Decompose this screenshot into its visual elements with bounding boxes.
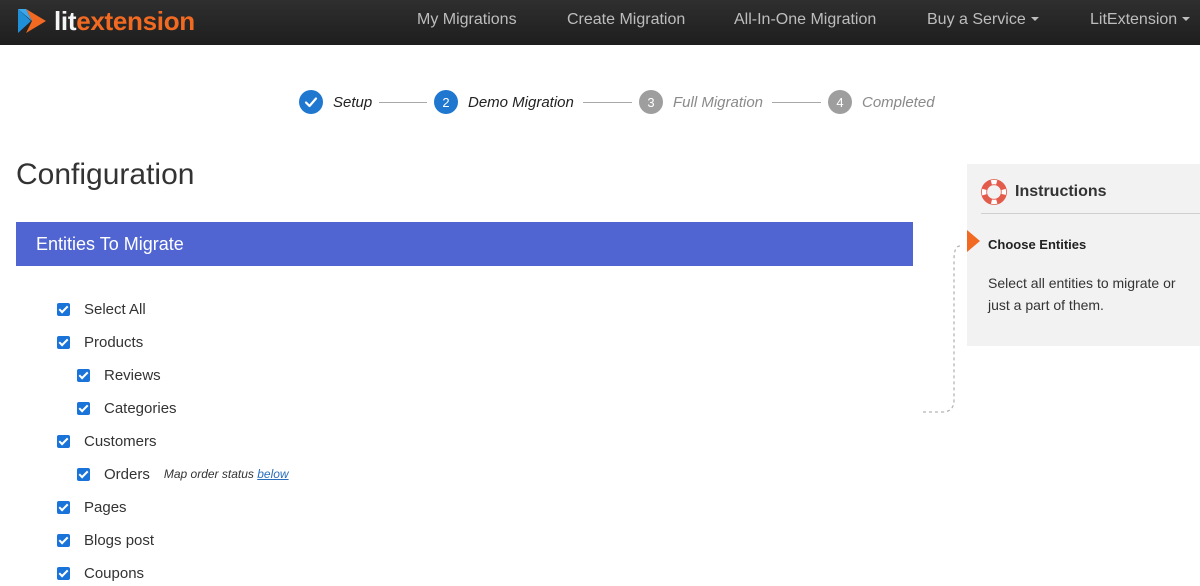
- checkbox-reviews[interactable]: Reviews: [77, 365, 161, 385]
- checkbox-products[interactable]: Products: [57, 332, 143, 352]
- checkbox-checked[interactable]: [57, 302, 70, 316]
- checkbox-orders[interactable]: Orders Map order status below: [77, 464, 289, 484]
- litextension-logo-icon: [16, 5, 48, 37]
- nav-my-migrations[interactable]: My Migrations: [417, 0, 517, 45]
- checkbox-checked[interactable]: [57, 500, 70, 514]
- checkbox-categories[interactable]: Categories: [77, 398, 177, 418]
- checkbox-coupons[interactable]: Coupons: [57, 563, 144, 583]
- step-number: 2: [434, 90, 458, 114]
- instruction-body-text: Select all entities to migrate or just a…: [988, 275, 1176, 313]
- instruction-step-title: Choose Entities: [988, 237, 1087, 252]
- checkbox-customers[interactable]: Customers: [57, 431, 157, 451]
- checkbox-checked[interactable]: [57, 566, 70, 580]
- instructions-panel: Instructions: [967, 164, 1200, 346]
- nav-litextension-account[interactable]: LitExtension: [1090, 0, 1191, 45]
- brand-logo[interactable]: litextension: [16, 5, 195, 37]
- top-navbar: litextension My Migrations Create Migrat…: [0, 0, 1200, 45]
- dashed-connector-line: [922, 245, 960, 413]
- step-label: Completed: [862, 93, 935, 111]
- nav-create-migration[interactable]: Create Migration: [567, 0, 685, 45]
- checkbox-checked[interactable]: [77, 401, 90, 415]
- step-demo-migration: 2 Demo Migration: [434, 90, 574, 114]
- instructions-header: Instructions: [981, 179, 1200, 214]
- checkbox-checked[interactable]: [77, 467, 90, 481]
- step-setup: Setup: [299, 90, 372, 114]
- brand-name: litextension: [54, 6, 195, 36]
- stepper-connector: [583, 102, 632, 103]
- instructions-title: Instructions: [1015, 183, 1107, 200]
- checkbox-checked[interactable]: [57, 335, 70, 349]
- checkbox-blogs-post[interactable]: Blogs post: [57, 530, 154, 550]
- caret-down-icon: [1182, 16, 1191, 21]
- stepper-connector: [379, 102, 427, 103]
- stepper-connector: [772, 102, 821, 103]
- page-title: Configuration: [16, 158, 195, 191]
- nav-all-in-one-migration[interactable]: All-In-One Migration: [734, 0, 876, 45]
- checkbox-select-all[interactable]: Select All: [57, 299, 146, 319]
- checkbox-checked[interactable]: [57, 533, 70, 547]
- checkbox-checked[interactable]: [57, 434, 70, 448]
- step-label: Setup: [333, 93, 373, 111]
- map-order-status-below-link[interactable]: below: [257, 467, 288, 481]
- step-completed: 4 Completed: [828, 90, 935, 114]
- check-icon: [299, 90, 323, 114]
- map-order-status-note: Map order status below: [163, 467, 289, 481]
- step-label: Full Migration: [673, 93, 764, 111]
- instruction-pointer-icon: [967, 230, 980, 252]
- nav-buy-a-service[interactable]: Buy a Service: [927, 0, 1039, 45]
- step-label: Demo Migration: [468, 93, 574, 111]
- caret-down-icon: [1030, 16, 1039, 21]
- lifebuoy-icon: [981, 179, 1007, 205]
- entities-section-header: Entities To Migrate: [16, 222, 913, 266]
- step-full-migration: 3 Full Migration: [639, 90, 763, 114]
- checkbox-pages[interactable]: Pages: [57, 497, 127, 517]
- step-number: 4: [828, 90, 852, 114]
- checkbox-checked[interactable]: [77, 368, 90, 382]
- step-number: 3: [639, 90, 663, 114]
